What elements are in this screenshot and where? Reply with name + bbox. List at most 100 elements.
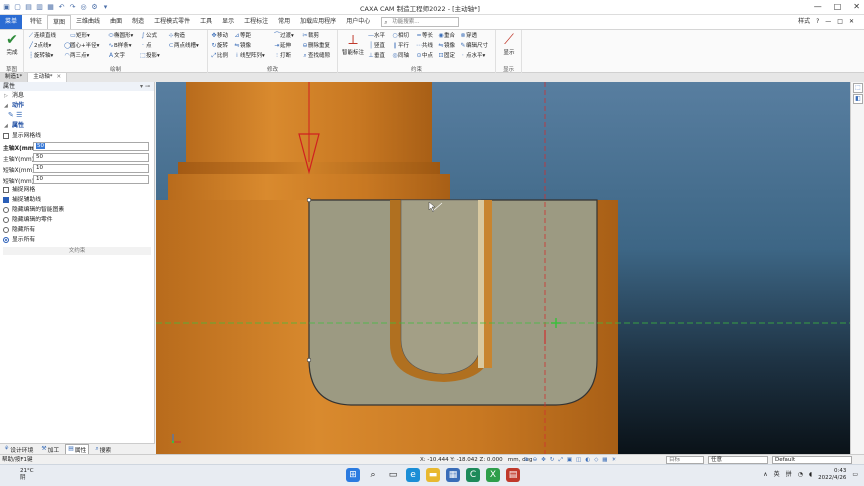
fix-button[interactable]: ⊡固定 (438, 51, 455, 61)
settings-icon[interactable]: ⚙ (90, 2, 99, 12)
major-y-input[interactable]: 50 (33, 153, 149, 162)
anchor-point[interactable] (306, 197, 312, 203)
action-list-icon[interactable]: ☰ (16, 111, 22, 119)
vertical-button[interactable]: │竖直 (368, 41, 385, 51)
tab-machining[interactable]: ⚒ 加工 (39, 445, 61, 454)
radio-hide-part[interactable]: 隐藏编辑的零件 (0, 215, 154, 225)
point-button[interactable]: · 点 (140, 41, 151, 51)
document-app-icon[interactable]: ▤ (506, 468, 520, 482)
caxa-app-icon[interactable]: C (466, 468, 480, 482)
snap-guide-checkbox[interactable]: 捕捉辅助线 (0, 195, 154, 205)
file-explorer-icon[interactable]: ▬ (426, 468, 440, 482)
scale-button[interactable]: ⤢比例 (211, 51, 228, 61)
new-file-icon[interactable]: ▢ (13, 2, 22, 12)
tab-annotation[interactable]: 工程标注 (239, 15, 273, 29)
linear-pattern-button[interactable]: ⁞ 线型阵列▾ (234, 51, 265, 61)
two-point-slot-button[interactable]: ⊂两点线槽▾ (168, 41, 198, 51)
doc-restore-icon[interactable]: □ (837, 15, 843, 29)
tab-menu[interactable]: 菜单 (0, 15, 23, 29)
chevron-down-icon[interactable]: ▾ (101, 2, 110, 12)
rectangle-button[interactable]: ▭矩形▾ (70, 31, 90, 41)
radio-circle[interactable] (3, 227, 9, 233)
shaft-shoulder-2[interactable] (168, 174, 450, 200)
maximize-button[interactable]: □ (834, 1, 842, 13)
horizontal-button[interactable]: —水平 (368, 31, 385, 41)
radio-circle[interactable] (3, 237, 9, 243)
edge-browser-icon[interactable]: e (406, 468, 420, 482)
tab-tools[interactable]: 工具 (195, 15, 217, 29)
tab-addins[interactable]: 加载应用程序 (295, 15, 341, 29)
construct-button[interactable]: ⊹构造 (168, 31, 185, 41)
offset-button[interactable]: ⊿等距 (234, 31, 251, 41)
show-grid-checkbox[interactable]: 显示网格线 (0, 131, 154, 141)
concentric-button[interactable]: ◎同轴 (392, 51, 409, 61)
tab-surface[interactable]: 曲面 (105, 15, 127, 29)
tab-common[interactable]: 常用 (273, 15, 295, 29)
checkbox-box[interactable] (3, 133, 9, 139)
parallel-button[interactable]: ∥ 平行 (392, 41, 410, 51)
extend-button[interactable]: ⇥延伸 (274, 41, 291, 51)
radio-hide-smart-elements[interactable]: 隐藏编辑的智能图素 (0, 205, 154, 215)
tab-feature[interactable]: 特征 (25, 15, 47, 29)
undo-icon[interactable]: ↶ (57, 2, 66, 12)
anchor-point[interactable] (306, 357, 312, 363)
coincident-button[interactable]: ◉重合 (438, 31, 455, 41)
status-search-input[interactable] (666, 456, 704, 464)
tray-overflow-icon[interactable]: ∧ (763, 468, 767, 482)
weather-widget[interactable]: 21°C 阴 (20, 468, 34, 482)
tab-display[interactable]: 显示 (217, 15, 239, 29)
doc-tab-manufacture1[interactable]: 制造1* (0, 73, 29, 82)
tree-item-action[interactable]: ◢ 动作 (0, 101, 154, 111)
radio-hide-all[interactable]: 隐藏所有 (0, 225, 154, 235)
print-icon[interactable]: ▦ (46, 2, 55, 12)
search-input[interactable] (392, 18, 459, 26)
text-button[interactable]: A文字 (108, 51, 125, 61)
perpendicular-button[interactable]: ⊥垂直 (368, 51, 385, 61)
smart-dimension-button[interactable]: ⟂ 智能标注 (340, 33, 366, 57)
redo-icon[interactable]: ↷ (68, 2, 77, 12)
spreadsheet-app-icon[interactable]: X (486, 468, 500, 482)
search-icon[interactable]: ⌕ (366, 468, 380, 482)
close-button[interactable]: ✕ (853, 1, 860, 13)
radio-circle[interactable] (3, 207, 9, 213)
three-point-arc-button[interactable]: ◠两三点▾ (64, 51, 89, 61)
tab-manufacture[interactable]: 制造 (127, 15, 149, 29)
radio-show-all[interactable]: 显示所有 (0, 235, 154, 245)
tab-search[interactable]: ⌕ 搜索 (93, 445, 113, 454)
style-menu[interactable]: 样式 (798, 15, 810, 29)
two-point-line-button[interactable]: ╱2点线▾ (28, 41, 51, 51)
move-button[interactable]: ✥移动 (211, 31, 228, 41)
display-button[interactable]: ⟋ 显示 (499, 33, 519, 57)
snap-grid-checkbox[interactable]: 捕捉网格 (0, 185, 154, 195)
tree-item-message[interactable]: ▷ 消息 (0, 91, 154, 101)
checkbox-box[interactable] (3, 197, 9, 203)
circle-center-radius-button[interactable]: ◯圆心+半径▾ (64, 41, 99, 51)
minor-y-input[interactable]: 10 (33, 175, 149, 184)
break-button[interactable]: ⫶ 打断 (274, 51, 291, 61)
action-edit-icon[interactable]: ✎ (8, 111, 14, 119)
system-clock[interactable]: 0:43 2022/4/26 (818, 468, 846, 482)
projection-button[interactable]: ⬚投影▾ (140, 51, 160, 61)
doc-tab-drive-shaft[interactable]: 主动轴* ✕ (28, 73, 68, 82)
mirror-constraint-button[interactable]: ⇋镜像 (438, 41, 455, 51)
store-icon[interactable]: ▦ (446, 468, 460, 482)
edit-dimension-button[interactable]: ✎编辑尺寸 (460, 41, 488, 51)
rotation-axis-button[interactable]: ┆旋转轴▾ (28, 51, 53, 61)
major-x-input[interactable]: 50 (33, 142, 149, 151)
tab-engineering-part[interactable]: 工程模式零件 (149, 15, 195, 29)
volume-icon[interactable]: ◖ (809, 468, 812, 482)
ribbon-minimize-icon[interactable]: — (825, 15, 831, 29)
collinear-button[interactable]: ⋯共线 (416, 41, 433, 51)
function-search[interactable]: ⌕ (381, 17, 460, 27)
help-icon[interactable]: ? (816, 15, 819, 29)
checkbox-box[interactable] (3, 187, 9, 193)
minor-x-input[interactable]: 10 (33, 164, 149, 173)
ellipse-button[interactable]: ⬭椭圆形▾ (108, 31, 133, 41)
point-horizontal-button[interactable]: ⋅ 点水平▾ (460, 51, 485, 61)
bspline-button[interactable]: ∿B样条▾ (108, 41, 131, 51)
tab-sketch[interactable]: 草图 (47, 14, 72, 30)
minimize-button[interactable]: — (814, 1, 822, 13)
tab-3d-curve[interactable]: 三维曲线 (71, 15, 105, 29)
pierce-button[interactable]: ⊗穿透 (460, 31, 477, 41)
network-icon[interactable]: ◔ (798, 468, 803, 482)
